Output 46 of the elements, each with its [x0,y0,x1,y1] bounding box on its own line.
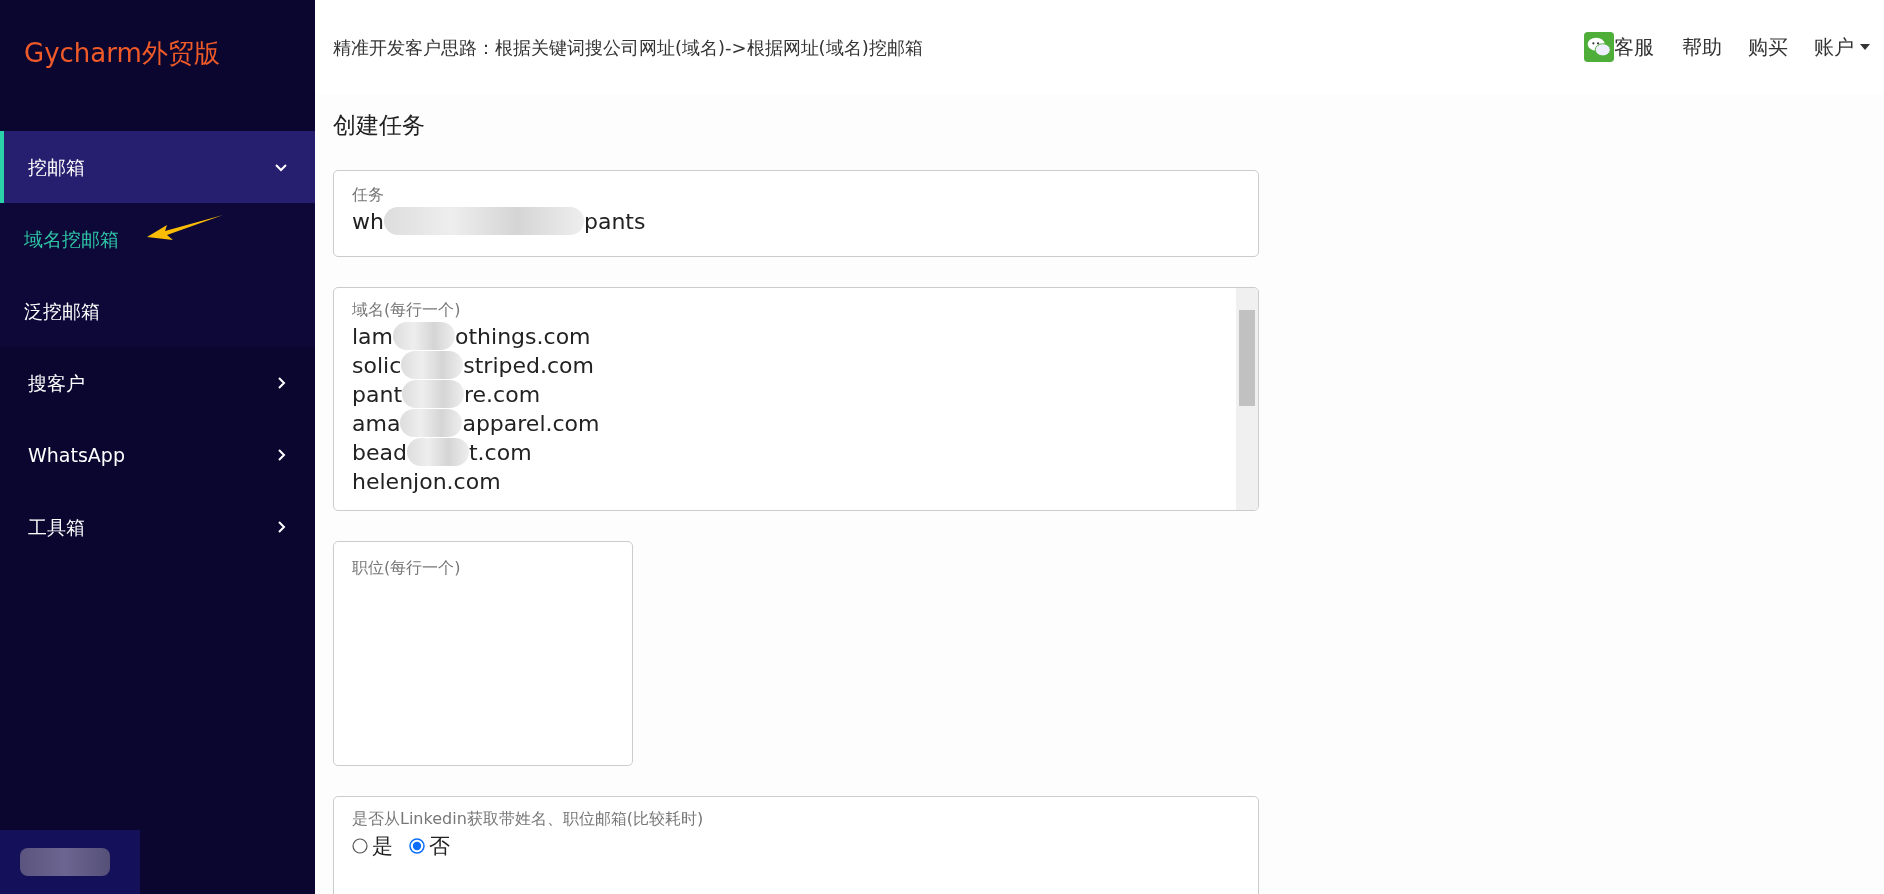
domain-line: re.com [464,380,541,409]
chat-icon [1584,32,1614,62]
redaction-blur [402,380,464,409]
redaction-blur [401,351,464,380]
field-label: 域名(每行一个) [352,298,462,321]
task-name-field[interactable]: 任务 wh pants [333,169,1259,257]
domain-line: ama [352,409,401,438]
redaction-blur [406,438,469,467]
submenu-item[interactable]: 域名挖邮箱 [0,203,315,275]
domain-line: striped.com [463,351,594,380]
position-textarea[interactable]: 职位(每行一个) [333,540,633,766]
field-value: wh [352,207,384,236]
domain-line: helenjon.com [352,467,501,496]
sidebar-item[interactable]: WhatsApp [0,419,315,491]
header-link[interactable]: 购买 [1748,32,1788,62]
domain-line: othings.com [455,322,591,351]
domain-line: apparel.com [462,409,600,438]
domain-line: bead [352,438,407,467]
radio-option[interactable]: 是 [352,830,393,863]
sidebar-item[interactable]: 工具箱 [0,491,315,563]
sidebar-item[interactable]: 挖邮箱 [0,131,315,203]
field-label: 任务 [352,184,384,204]
radio-option[interactable]: 否 [409,830,450,863]
domain-textarea[interactable]: 域名(每行一个) lam othings.com solic striped.com pant re.com ama apparel.com bead t.com helenjon.com [333,286,1259,511]
header-link[interactable]: 帮助 [1682,32,1722,62]
account-dropdown[interactable]: 账户 [1814,32,1870,62]
radio-button[interactable] [352,838,368,855]
field-value: pants [583,207,646,236]
sidebar-item[interactable]: 搜客户 [0,347,315,419]
header-hint: 精准开发客户思路：根据关键词搜公司网址(域名)->根据网址(域名)挖邮箱 [333,35,923,60]
domain-line: t.com [468,438,532,467]
page-title: 创建任务 [333,112,426,140]
domain-line: solic [352,351,402,380]
submenu-item[interactable]: 泛挖邮箱 [0,275,315,347]
field-label: 是否从Linkedin获取带姓名、职位邮箱(比较耗时) [352,807,705,830]
domain-line: pant [352,380,402,409]
arrow-icon [145,213,225,243]
header-link[interactable]: 客服 [1584,32,1654,62]
logo-text: Gycharm外贸版 [23,37,221,70]
redaction-blur [400,409,463,438]
domain-line: lam [352,322,394,351]
caret-icon [1860,44,1870,50]
scrollbar[interactable] [1236,287,1258,510]
redaction-blur [393,322,456,351]
field-label: 职位(每行一个) [352,556,462,579]
radio-button[interactable] [409,838,425,855]
